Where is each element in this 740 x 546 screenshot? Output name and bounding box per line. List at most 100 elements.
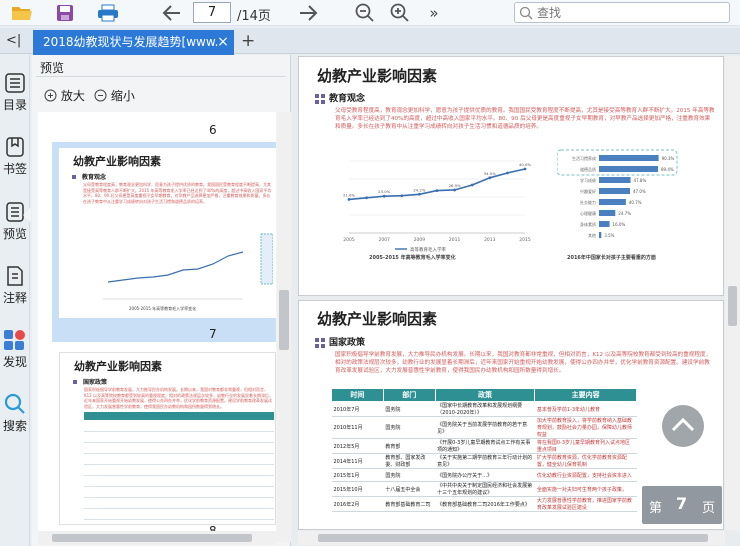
tick-label: 2015 xyxy=(519,237,531,243)
more-tools-button[interactable]: » xyxy=(422,2,446,24)
rail-bookmark[interactable]: 书签 xyxy=(0,136,30,177)
next-page-icon[interactable] xyxy=(296,2,320,24)
table-header: 政策 xyxy=(434,388,536,402)
body-paragraph: 父母受教育程度高，教育观念更加科学，愿意为孩子提供优质的教育。我国国民受教育程度… xyxy=(335,108,715,130)
data-point xyxy=(453,188,456,192)
document-hscrollbar[interactable] xyxy=(298,531,725,545)
data-label: 16.0% xyxy=(613,222,626,227)
data-label: 40.7% xyxy=(629,200,642,205)
table-cell: 2015年10月 xyxy=(331,481,384,497)
section-icon xyxy=(315,93,325,104)
data-label: 3.5% xyxy=(604,233,614,238)
data-label: 24.2% xyxy=(413,187,425,192)
toc-icon xyxy=(5,73,25,93)
rail-discover[interactable]: 发现 xyxy=(0,329,30,370)
table-cell: 2010年11月 xyxy=(331,416,384,439)
zoom-out-icon[interactable] xyxy=(353,2,377,24)
active-indicator xyxy=(23,207,31,223)
category-label: 身体素质 xyxy=(580,221,596,227)
collapse-sidebar-button[interactable]: <| xyxy=(6,33,21,48)
document-tab[interactable]: 2018幼教现状与发展趋势[www. xyxy=(33,30,234,55)
document-scroll-thumb[interactable] xyxy=(728,286,737,326)
bar xyxy=(599,166,659,172)
page-number-input[interactable]: 7 xyxy=(193,2,231,23)
table-cell: 十八届五中全会 xyxy=(383,481,436,497)
table-cell: 基本普及学前1-3年幼儿教育 xyxy=(534,401,637,417)
table-row: 2012年5月 教育部 《开展0-3岁儿童早期教育试点工作有关事项的通知》 将在我国0… xyxy=(331,438,637,454)
category-label: 学习成绩 xyxy=(580,177,596,183)
data-label: 90.3% xyxy=(662,156,675,161)
preview-scrollbar[interactable] xyxy=(277,112,291,542)
preview-zoom-in-button[interactable]: 放大 xyxy=(44,87,85,104)
rail-label: 注释 xyxy=(2,291,27,305)
document-scrollbar[interactable] xyxy=(725,56,740,530)
open-folder-icon[interactable] xyxy=(10,2,34,24)
preview-hscrollbar[interactable] xyxy=(38,531,277,545)
category-label: 其他 xyxy=(588,232,596,238)
data-point xyxy=(347,198,351,201)
page-total-label: /14页 xyxy=(237,9,271,24)
previous-page-icon[interactable] xyxy=(160,2,184,24)
search-icon xyxy=(519,6,533,23)
table-cell: 优化幼教行业资源配置，支持社会资本进入 xyxy=(534,468,637,482)
thumb-section-label: 教育观念 xyxy=(82,174,107,181)
category-label: 道德品质 xyxy=(580,166,596,172)
preview-title: 预览 xyxy=(40,61,65,75)
table-cell: 《国务院办公厅关于…》 xyxy=(435,468,535,482)
page-number: 7 xyxy=(209,327,217,341)
table-cell: 教育部、国家发改委、财政部 xyxy=(383,453,436,469)
table-header-row: 时间 部门 政策 主要内容 xyxy=(331,388,637,402)
thumbnail-page-7[interactable]: 幼教产业影响因素 教育观念 父母受教育程度高，教育观念更加科学，愿意为孩子提供优… xyxy=(59,148,276,318)
tick-label: 2011 xyxy=(449,237,461,243)
table-header: 部门 xyxy=(382,388,436,402)
table-header: 主要内容 xyxy=(534,388,637,402)
bar xyxy=(599,199,626,205)
discover-icon xyxy=(4,330,25,350)
rail-search[interactable]: 搜索 xyxy=(0,393,30,434)
back-to-top-button[interactable] xyxy=(662,405,704,447)
document-hscroll-thumb[interactable] xyxy=(318,534,708,542)
tab-close-icon[interactable]: × xyxy=(213,30,233,54)
page-title: 幼教产业影响因素 xyxy=(317,310,438,328)
thumbnail-page-8[interactable]: 幼教产业影响因素 国家政策 国家积极倡导学前教育发展，大力推导民办机构发展。长期… xyxy=(59,352,276,525)
table-row: 2010年7月 国务院 《国家中长期教育改革和发展规划纲要（2010-2020年）》… xyxy=(331,401,637,417)
print-icon[interactable] xyxy=(96,2,120,24)
bar xyxy=(599,155,659,161)
data-point xyxy=(365,196,368,200)
rail-label: 发现 xyxy=(2,355,27,369)
table-cell: 《中共中央关于制定国民经济和社会发展第十三个五年规划的建议》 xyxy=(435,481,535,497)
tick-label: 2009 xyxy=(414,237,426,243)
rail-annotation[interactable]: 注释 xyxy=(0,265,30,306)
preview-scroll-thumb[interactable] xyxy=(279,290,289,350)
search-input[interactable] xyxy=(537,4,717,21)
section-label: 教育观念 xyxy=(329,94,366,104)
preview-zoom-out-button[interactable]: 缩小 xyxy=(94,87,135,104)
data-point xyxy=(382,194,386,198)
badge-number: 7 xyxy=(676,494,688,513)
table-cell: 《教育部基础教育二司2016年工作要点》 xyxy=(435,496,535,512)
preview-hscroll-thumb[interactable] xyxy=(52,534,252,542)
table-row: 2015年10月 十八届五中全会 《中共中央关于制定国民经济和社会发展第十三个五年规… xyxy=(331,481,637,497)
rail-label: 书签 xyxy=(2,162,27,176)
bar xyxy=(599,232,602,238)
data-point xyxy=(400,194,404,198)
table-cell: 《国务院关于当前发展学前教育的若干意见》 xyxy=(435,416,535,439)
search-box[interactable] xyxy=(514,2,730,23)
zoom-in-icon[interactable] xyxy=(388,2,412,24)
bookmark-icon xyxy=(6,137,24,157)
category-label: 兴趣爱好 xyxy=(580,188,596,194)
thumb-table-rows xyxy=(84,421,274,521)
data-label: 34.5% xyxy=(484,171,496,176)
category-label: 社交能力 xyxy=(580,199,596,205)
page-indicator-badge: 第 7 页 xyxy=(642,486,722,524)
table-cell: 大力发展普惠性学前教育，推进国家学前教育改革发展试验区建设 xyxy=(534,496,637,512)
new-tab-button[interactable]: + xyxy=(241,31,255,51)
table-cell: 国务院 xyxy=(383,416,436,439)
table-cell: 2015年1月 xyxy=(331,468,384,482)
thumb-paragraph: 父母受教育程度高，教育观念更加科学，愿意为孩子提供优质的教育。我国国民受教育程度… xyxy=(83,182,272,204)
save-icon[interactable] xyxy=(53,2,77,24)
rail-toc[interactable]: 目录 xyxy=(0,72,30,113)
chevron-up-icon xyxy=(671,417,695,432)
table-cell: 2016年2月 xyxy=(331,496,384,512)
table-cell: 将在我国0-3岁儿童早期教育列入试点地区重点项目 xyxy=(534,438,637,454)
